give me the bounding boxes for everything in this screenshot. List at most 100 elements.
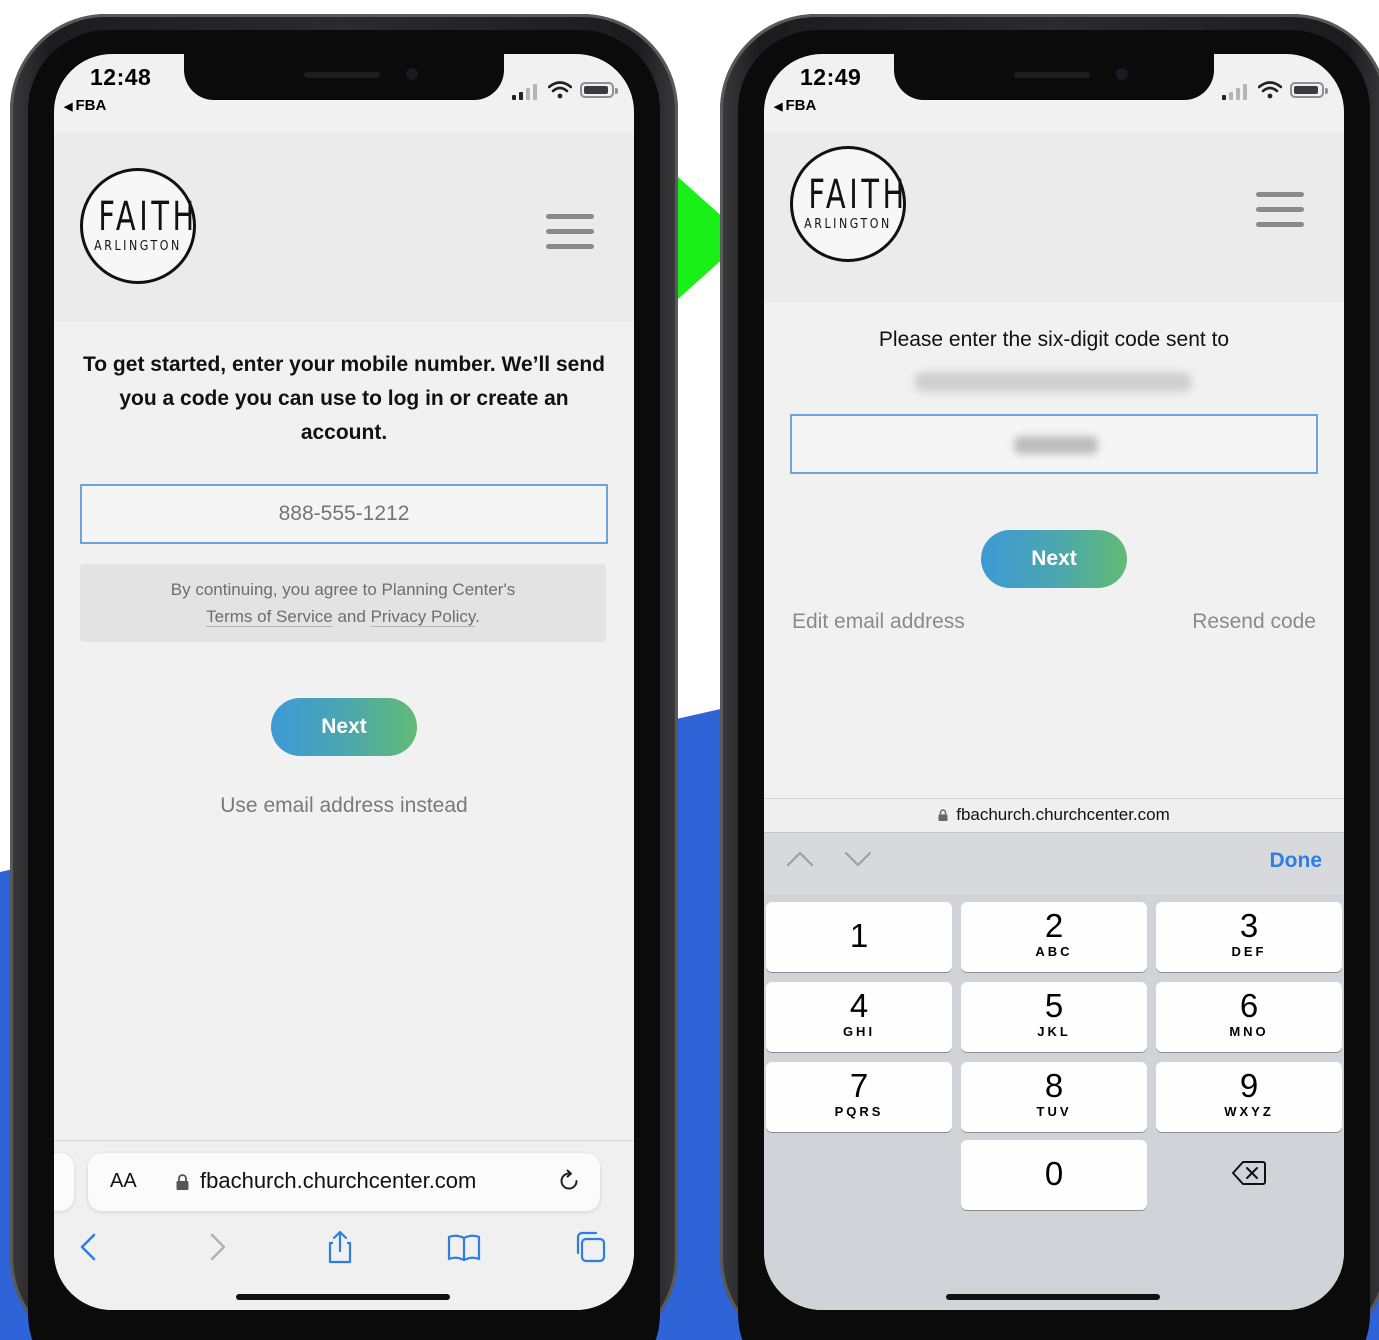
faith-arlington-logo[interactable]: FAITH ARLINGTON (790, 146, 906, 262)
key-digit: 8 (1044, 1067, 1064, 1104)
bookmarks-icon[interactable] (446, 1229, 482, 1265)
site-header: FAITH ARLINGTON (54, 132, 634, 322)
logo-word-faith: FAITH (98, 194, 198, 240)
resend-code-link[interactable]: Resend code (1192, 610, 1316, 634)
reader-aa-button[interactable]: AA (110, 1170, 137, 1193)
back-to-app-link[interactable]: ◀ FBA (774, 97, 816, 114)
reload-icon[interactable] (556, 1168, 582, 1194)
back-triangle-icon: ◀ (64, 101, 73, 113)
faith-arlington-logo[interactable]: FAITH ARLINGTON (80, 168, 196, 284)
key-digit: 7 (849, 1067, 869, 1104)
logo-word-arlington: ARLINGTON (804, 217, 892, 232)
key-letters: DEF (1231, 944, 1267, 959)
key-letters: MNO (1229, 1024, 1269, 1039)
wifi-icon (1258, 81, 1282, 99)
home-indicator (236, 1294, 450, 1300)
next-field-chevron-down-icon[interactable] (844, 849, 872, 869)
key-5[interactable]: 5 JKL (961, 982, 1147, 1052)
safari-toolbar (54, 1225, 634, 1273)
terms-notice: By continuing, you agree to Planning Cen… (80, 564, 606, 642)
key-digit: 3 (1239, 907, 1259, 944)
status-time: 12:49 (800, 64, 862, 90)
cellular-signal-icon (512, 84, 537, 100)
key-digit: 0 (1044, 1155, 1064, 1192)
hamburger-menu-icon[interactable] (546, 214, 594, 250)
address-bar[interactable]: AA fbachurch.churchcenter.com (88, 1153, 600, 1211)
use-email-instead-link[interactable]: Use email address instead (54, 794, 634, 818)
key-4[interactable]: 4 GHI (766, 982, 952, 1052)
key-digit: 5 (1044, 987, 1064, 1024)
back-app-label: FBA (75, 97, 107, 114)
key-7[interactable]: 7 PQRS (766, 1062, 952, 1132)
status-time: 12:48 (90, 64, 152, 90)
key-digit: 9 (1239, 1067, 1259, 1104)
hamburger-menu-icon[interactable] (1256, 192, 1304, 228)
key-letters: GHI (842, 1024, 876, 1039)
back-app-label: FBA (785, 97, 817, 114)
previous-tab-pill[interactable] (54, 1153, 74, 1211)
cellular-signal-icon (1222, 84, 1247, 100)
terms-prefix: By continuing, you agree to Planning Cen… (170, 580, 516, 599)
privacy-policy-link[interactable]: Privacy Policy (371, 607, 476, 626)
battery-icon (1290, 82, 1328, 98)
battery-icon (580, 82, 618, 98)
key-digit: 1 (849, 917, 869, 954)
comparison-stage: 12:48 ◀ FBA FAITH ARLINGTON To get start… (0, 0, 1379, 1340)
key-digit: 4 (849, 987, 869, 1024)
key-6[interactable]: 6 MNO (1156, 982, 1342, 1052)
mobile-number-input[interactable] (80, 484, 608, 544)
logo-word-arlington: ARLINGTON (94, 239, 182, 254)
back-to-app-link[interactable]: ◀ FBA (64, 97, 106, 114)
compact-address-bar[interactable]: fbachurch.churchcenter.com (764, 798, 1344, 832)
left-phone-frame: 12:48 ◀ FBA FAITH ARLINGTON To get start… (10, 14, 678, 1340)
code-prompt-text: Please enter the six-digit code sent to (878, 328, 1230, 351)
key-digit: 6 (1239, 987, 1259, 1024)
redacted-code (1014, 436, 1098, 454)
key-letters: ABC (1035, 944, 1073, 959)
key-letters: WXYZ (1224, 1104, 1274, 1119)
aa-label: AA (110, 1170, 137, 1192)
right-phone-screen: 12:49 ◀ FBA FAITH ARLINGTON Please enter… (764, 54, 1344, 1310)
compact-url: fbachurch.churchcenter.com (956, 805, 1170, 824)
left-phone-screen: 12:48 ◀ FBA FAITH ARLINGTON To get start… (54, 54, 634, 1310)
edit-email-link[interactable]: Edit email address (792, 610, 965, 634)
wifi-icon (548, 81, 572, 99)
site-header: FAITH ARLINGTON (764, 132, 1344, 302)
lock-icon (938, 809, 948, 821)
share-icon[interactable] (322, 1229, 358, 1265)
key-1[interactable]: 1 (766, 902, 952, 972)
phone-notch (184, 54, 504, 100)
address-url: fbachurch.churchcenter.com (200, 1168, 477, 1193)
key-letters: JKL (1037, 1024, 1071, 1039)
previous-field-chevron-up-icon[interactable] (786, 849, 814, 869)
safari-bottom-bar: AA fbachurch.churchcenter.com (54, 1140, 634, 1310)
done-button[interactable]: Done (1270, 849, 1323, 873)
verification-code-input[interactable] (790, 414, 1318, 474)
terms-of-service-link[interactable]: Terms of Service (206, 607, 333, 626)
phone-notch (894, 54, 1214, 100)
delete-key[interactable] (1156, 1140, 1342, 1210)
key-9[interactable]: 9 WXYZ (1156, 1062, 1342, 1132)
keyboard-accessory-bar: Done (764, 832, 1344, 894)
key-3[interactable]: 3 DEF (1156, 902, 1342, 972)
key-2[interactable]: 2 ABC (961, 902, 1147, 972)
back-triangle-icon: ◀ (774, 101, 783, 113)
key-8[interactable]: 8 TUV (961, 1062, 1147, 1132)
terms-conjunction: and (337, 607, 366, 626)
next-button[interactable]: Next (271, 698, 417, 756)
back-icon[interactable] (72, 1229, 108, 1265)
key-letters: TUV (1036, 1104, 1072, 1119)
key-digit: 2 (1044, 907, 1064, 944)
home-indicator (946, 1294, 1160, 1300)
key-0[interactable]: 0 (961, 1140, 1147, 1210)
intro-text: To get started, enter your mobile number… (83, 353, 605, 444)
key-letters: PQRS (834, 1104, 884, 1119)
logo-word-faith: FAITH (808, 172, 908, 218)
forward-icon[interactable] (198, 1229, 234, 1265)
numeric-keypad: 1 2 ABC 3 DEF 4 GHI 5 JKL 6 MNO 7 PQRS 8 TUV 9W… (764, 894, 1344, 1310)
redacted-email (914, 372, 1192, 392)
next-button[interactable]: Next (981, 530, 1127, 588)
backspace-icon (1232, 1161, 1266, 1185)
lock-icon (176, 1174, 189, 1190)
tabs-icon[interactable] (572, 1229, 608, 1265)
